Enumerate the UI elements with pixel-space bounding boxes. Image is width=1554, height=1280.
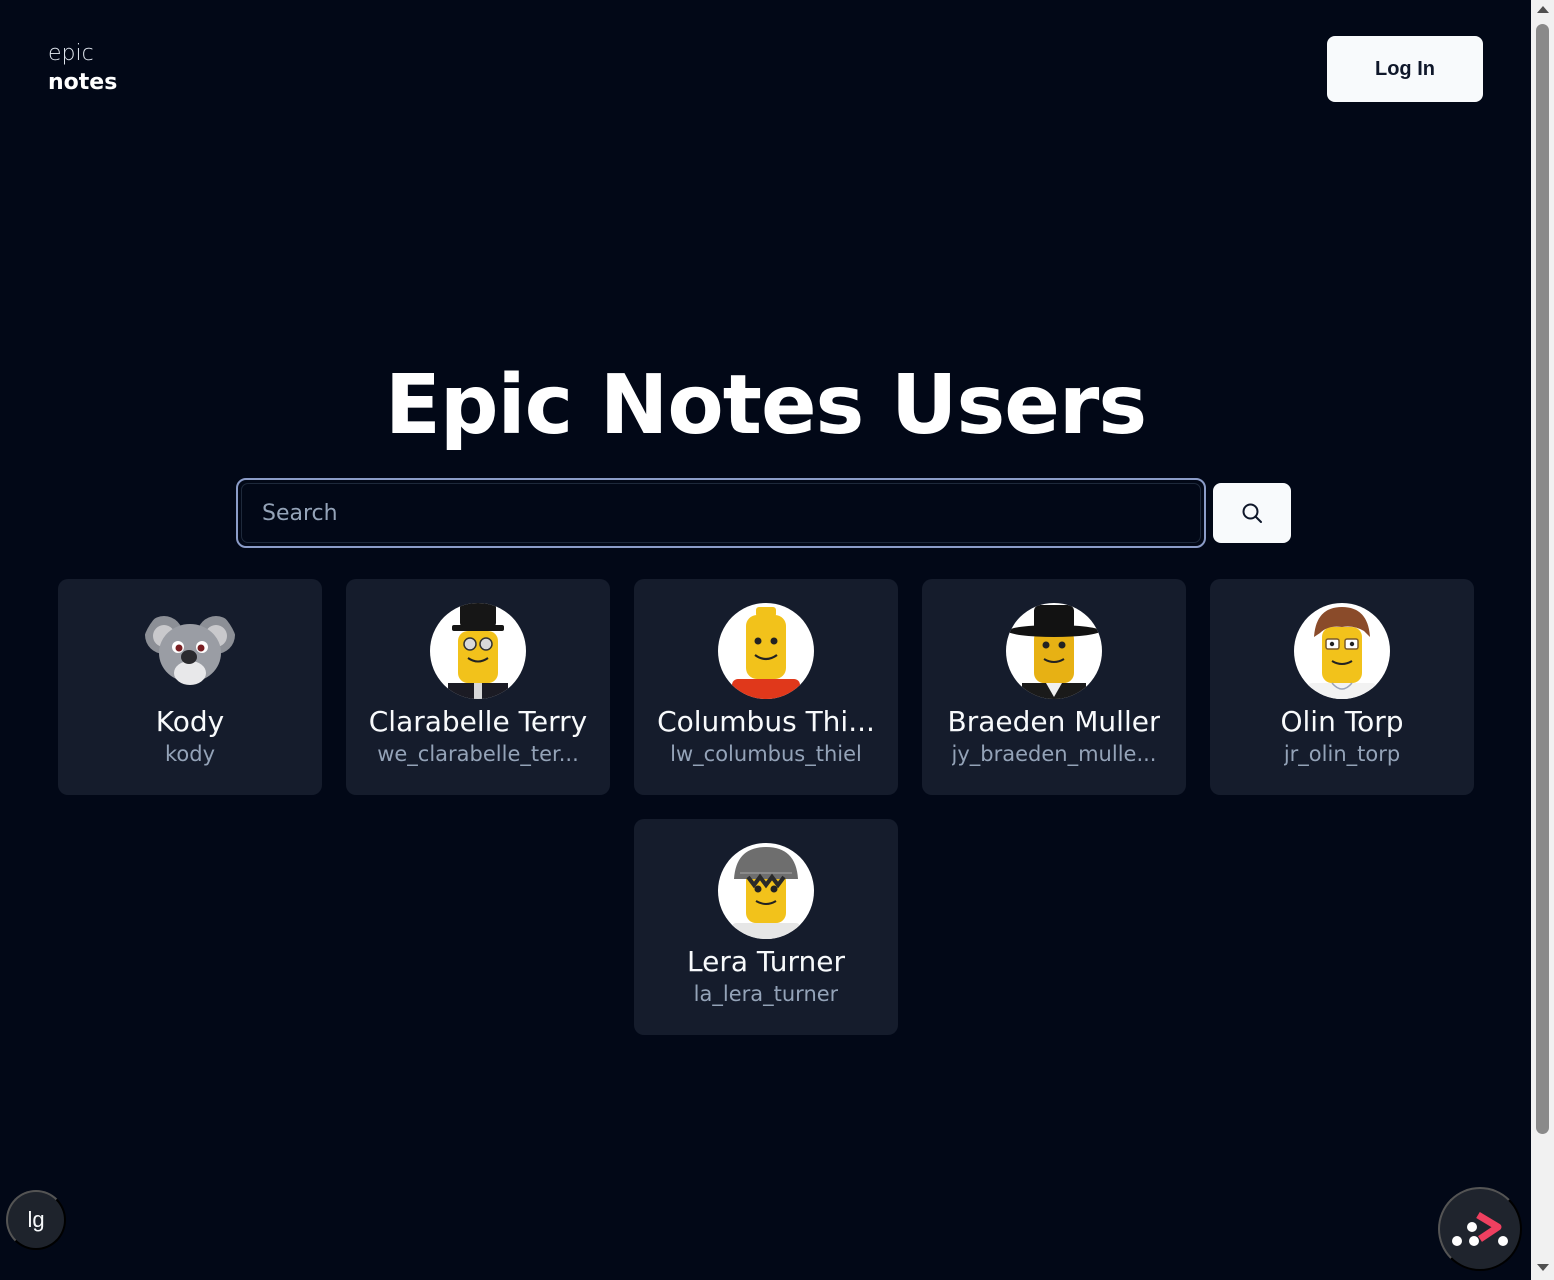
page: epic notes Log In Epic Notes Users Searc… bbox=[0, 0, 1531, 1280]
search-field-wrapper bbox=[236, 478, 1206, 548]
user-name: Olin Torp bbox=[1280, 705, 1404, 738]
user-username: la_lera_turner bbox=[693, 982, 839, 1006]
lego-plain-red-shirt-avatar bbox=[718, 603, 814, 699]
user-name: Clarabelle Terry bbox=[368, 705, 588, 738]
lego-brown-hair-glasses-avatar bbox=[1294, 603, 1390, 699]
user-name: Lera Turner bbox=[686, 945, 845, 978]
site-logo[interactable]: epic notes bbox=[48, 40, 117, 97]
user-username: lw_columbus_thiel bbox=[670, 742, 862, 766]
user-username: jr_olin_torp bbox=[1283, 742, 1401, 766]
user-card-columbus-thiel[interactable]: Columbus Thi... lw_columbus_thiel bbox=[634, 579, 898, 795]
lego-grey-cap-avatar bbox=[718, 843, 814, 939]
user-name: Braeden Muller bbox=[947, 705, 1161, 738]
lego-black-hat-avatar bbox=[1006, 603, 1102, 699]
search-input[interactable] bbox=[241, 483, 1201, 543]
user-name: Kody bbox=[155, 705, 225, 738]
user-card-clarabelle-terry[interactable]: Clarabelle Terry we_clarabelle_ter... bbox=[346, 579, 610, 795]
search-icon bbox=[1242, 503, 1262, 523]
page-title: Epic Notes Users bbox=[384, 358, 1147, 453]
koala-avatar bbox=[142, 603, 238, 699]
theme-toggle-button[interactable]: lg bbox=[6, 1190, 66, 1250]
user-card-kody[interactable]: Kody kody bbox=[58, 579, 322, 795]
user-card-braeden-muller[interactable]: Braeden Muller jy_braeden_mulle... bbox=[922, 579, 1186, 795]
remix-devtools-button[interactable] bbox=[1438, 1187, 1522, 1271]
user-username: we_clarabelle_ter... bbox=[377, 742, 579, 766]
logo-epic: epic bbox=[48, 41, 94, 66]
scrollbar-thumb[interactable] bbox=[1536, 24, 1549, 1134]
user-card-lera-turner[interactable]: Lera Turner la_lera_turner bbox=[634, 819, 898, 1035]
scroll-up-arrow-icon[interactable] bbox=[1537, 6, 1549, 13]
lego-top-hat-glasses-avatar bbox=[430, 603, 526, 699]
remix-logo-icon bbox=[1452, 1211, 1508, 1246]
login-button[interactable]: Log In bbox=[1327, 36, 1483, 102]
user-username: kody bbox=[164, 742, 216, 766]
user-username: jy_braeden_mulle... bbox=[951, 742, 1157, 766]
search-button[interactable] bbox=[1213, 483, 1291, 543]
user-name: Columbus Thi... bbox=[657, 705, 875, 738]
scroll-down-arrow-icon[interactable] bbox=[1537, 1264, 1549, 1271]
logo-notes: notes bbox=[48, 69, 118, 95]
user-card-olin-torp[interactable]: Olin Torp jr_olin_torp bbox=[1210, 579, 1474, 795]
vertical-scrollbar[interactable] bbox=[1531, 0, 1554, 1280]
